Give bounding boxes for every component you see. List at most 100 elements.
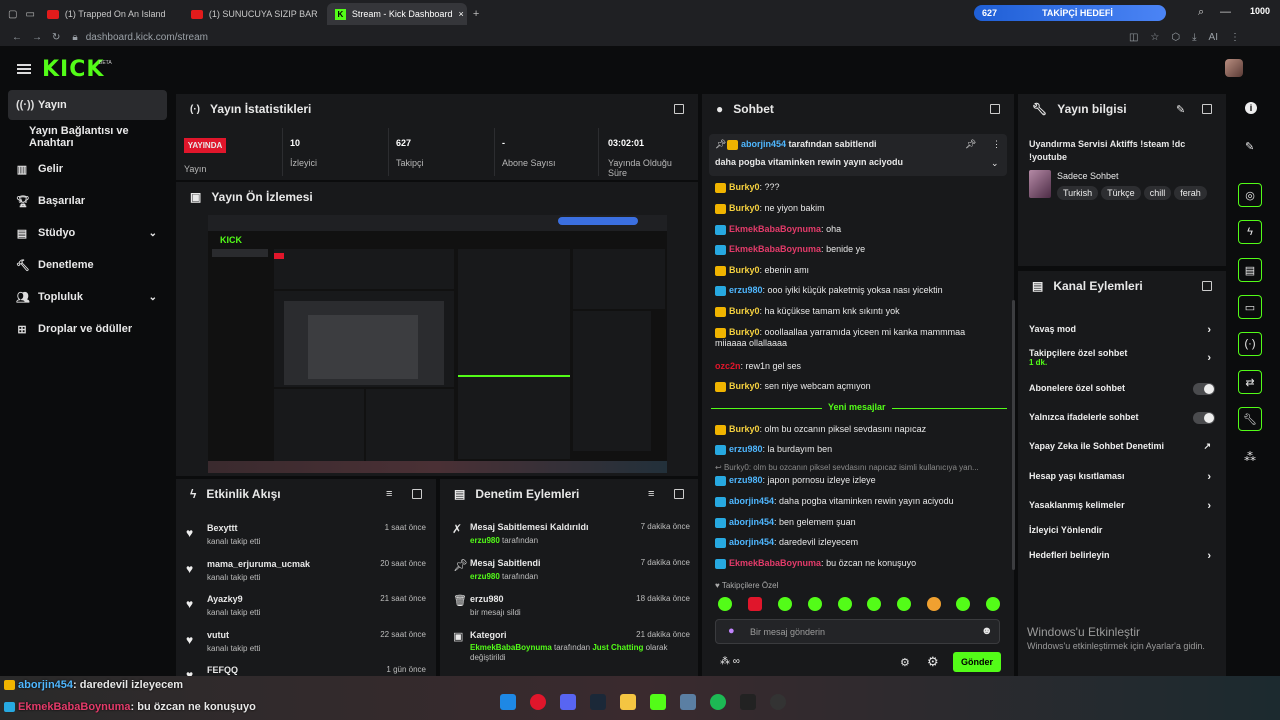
expand-icon[interactable] — [412, 489, 422, 499]
tag[interactable]: chill — [1143, 186, 1172, 200]
expand-icon[interactable] — [1202, 281, 1212, 291]
tab-search-icon[interactable]: ▭ — [25, 9, 34, 20]
action-account-age[interactable]: Hesap yaşı kısıtlaması › — [1029, 471, 1215, 485]
folder-icon[interactable] — [620, 694, 636, 710]
chat-username[interactable]: aborjin454 — [729, 517, 774, 527]
sidebar-item-droplar[interactable]: ⊞ Droplar ve ödüller — [8, 314, 167, 344]
sidebar-item-studyo[interactable]: ▤ Stüdyo ⌄ — [8, 218, 167, 248]
expand-icon[interactable] — [1202, 104, 1212, 114]
chat-username[interactable]: aborjin454 — [729, 537, 774, 547]
chat-username[interactable]: EkmekBabaBoynuma — [729, 244, 821, 254]
windows-start-icon[interactable] — [500, 694, 516, 710]
chat-message[interactable]: EkmekBabaBoynuma: bu özcan ne konuşuyo — [715, 558, 1005, 569]
sidebar-item-gelir[interactable]: ▥ Gelir — [8, 154, 167, 184]
new-tab-icon[interactable]: + — [473, 8, 479, 20]
more-apps-icon[interactable]: ⁂ — [1244, 450, 1256, 464]
chat-username[interactable]: Burky0 — [729, 381, 760, 391]
extensions-icon[interactable]: ⬡ — [1171, 32, 1180, 43]
broadcast-button[interactable]: (·) — [1238, 332, 1262, 356]
emote-icon[interactable] — [748, 597, 762, 611]
bookmark-icon[interactable]: ☆ — [1150, 32, 1159, 43]
filter-icon[interactable]: ≡ — [386, 488, 392, 500]
quick-action-button[interactable]: ϟ — [1238, 220, 1262, 244]
tag[interactable]: Türkçe — [1101, 186, 1141, 200]
emoji-icon[interactable]: ☻ — [981, 625, 993, 637]
settings-gear-icon[interactable]: ⚙ — [900, 656, 910, 669]
steam-icon[interactable] — [590, 694, 606, 710]
expand-icon[interactable] — [674, 489, 684, 499]
chat-message[interactable]: EkmekBabaBoynuma: benide ye — [715, 244, 1005, 255]
chat-username[interactable]: erzu980 — [729, 444, 763, 454]
chat-username[interactable]: Burky0 — [729, 306, 760, 316]
emote-icon[interactable] — [897, 597, 911, 611]
expand-icon[interactable] — [990, 104, 1000, 114]
url-text[interactable]: dashboard.kick.com/stream — [86, 32, 208, 43]
info-icon[interactable]: i — [1245, 102, 1257, 114]
filter-icon[interactable]: ≡ — [648, 488, 654, 500]
action-ai-moderation[interactable]: Yapay Zeka ile Sohbet Denetimi ↗ — [1029, 441, 1215, 455]
chat-username[interactable]: Burky0 — [729, 265, 760, 275]
app-icon[interactable] — [680, 694, 696, 710]
chat-message[interactable]: Burky0: ne yiyon bakim — [715, 203, 1005, 214]
points-icon[interactable]: ⁂ ∞ — [720, 656, 740, 667]
kick-app-icon[interactable] — [650, 694, 666, 710]
unpin-button-icon[interactable]: 📌︎ — [965, 139, 976, 150]
sidebar-item-yayin[interactable]: ((·)) Yayın — [8, 90, 167, 120]
obs-icon[interactable] — [740, 694, 756, 710]
emote-icon[interactable] — [867, 597, 881, 611]
browser-tab-3[interactable]: K Stream - Kick Dashboard × — [326, 3, 467, 25]
browser-tab-2[interactable]: (1) SUNUCUYA SIZIP BAR — [183, 3, 323, 25]
emote-icon[interactable] — [718, 597, 732, 611]
send-button[interactable]: Gönder — [953, 652, 1001, 672]
emote-icon[interactable] — [838, 597, 852, 611]
recorder-icon[interactable] — [770, 694, 786, 710]
forward-icon[interactable]: → — [32, 32, 42, 43]
chat-message[interactable]: EkmekBabaBoynuma: oha — [715, 224, 1005, 235]
menu-icon[interactable]: ⋮ — [1230, 32, 1240, 43]
chat-username[interactable]: Burky0 — [729, 424, 760, 434]
tab-actions-icon[interactable]: ▢ — [8, 9, 17, 20]
emote-icon[interactable] — [778, 597, 792, 611]
search-icon[interactable]: ⌕ — [1198, 6, 1204, 19]
emote-only-toggle[interactable] — [1193, 412, 1215, 424]
chat-message[interactable]: Burky0: sen niye webcam açmıyon — [715, 381, 1005, 392]
reload-icon[interactable]: ↻ — [52, 32, 60, 43]
sub-chat-toggle[interactable] — [1193, 383, 1215, 395]
kick-logo[interactable]: KICK — [42, 57, 104, 82]
spotify-icon[interactable] — [710, 694, 726, 710]
emote-icon[interactable] — [956, 597, 970, 611]
chat-message[interactable]: erzu980: japon pornosu izleye izleye — [715, 475, 1005, 486]
action-raid[interactable]: İzleyici Yönlendir — [1029, 525, 1215, 539]
chat-username[interactable]: ozc2n — [715, 361, 741, 371]
emote-icon[interactable] — [986, 597, 1000, 611]
sidebar-item-topluluk[interactable]: 👥︎ Topluluk ⌄ — [8, 282, 167, 312]
ai-button[interactable]: AI — [1209, 32, 1218, 43]
tools-button[interactable]: 🔧︎ — [1238, 407, 1262, 431]
emote-icon[interactable] — [927, 597, 941, 611]
chat-message[interactable]: Burky0: ebenin amı — [715, 265, 1005, 276]
mod-settings-icon[interactable]: ⚙ — [927, 654, 939, 670]
raid-button[interactable]: ⇄ — [1238, 370, 1262, 394]
chat-username[interactable]: EkmekBabaBoynuma — [729, 224, 821, 234]
mic-icon[interactable]: ● — [728, 625, 735, 637]
sidebar-item-basarilar[interactable]: 🏆︎ Başarılar — [8, 186, 167, 216]
chat-username[interactable]: Burky0 — [729, 182, 760, 192]
chat-username[interactable]: Burky0 — [729, 327, 760, 337]
clip-button[interactable]: ◎ — [1238, 183, 1262, 207]
stream-preview-video[interactable]: KICK — [208, 215, 667, 473]
notes-button[interactable]: ▤ — [1238, 258, 1262, 282]
user-avatar[interactable] — [1225, 59, 1243, 77]
chat-message[interactable]: aborjin454: daredevil izleyecem — [715, 537, 1005, 548]
chat-message[interactable]: erzu980: la burdayım ben — [715, 444, 1005, 455]
sidebar-item-stream-key[interactable]: Yayın Bağlantısı ve Anahtarı — [8, 122, 167, 152]
action-goals[interactable]: Hedefleri belirleyin › — [1029, 550, 1215, 564]
hamburger-menu-icon[interactable] — [17, 64, 31, 74]
back-icon[interactable]: ← — [12, 32, 22, 43]
discord-icon[interactable] — [560, 694, 576, 710]
chat-username[interactable]: erzu980 — [729, 475, 763, 485]
close-tab-icon[interactable]: × — [458, 9, 463, 19]
action-slow-mode[interactable]: Yavaş mod › — [1029, 324, 1215, 338]
expand-icon[interactable] — [674, 104, 684, 114]
tag[interactable]: ferah — [1174, 186, 1207, 200]
chat-message[interactable]: ozc2n: rew1n gel ses — [715, 361, 1005, 371]
